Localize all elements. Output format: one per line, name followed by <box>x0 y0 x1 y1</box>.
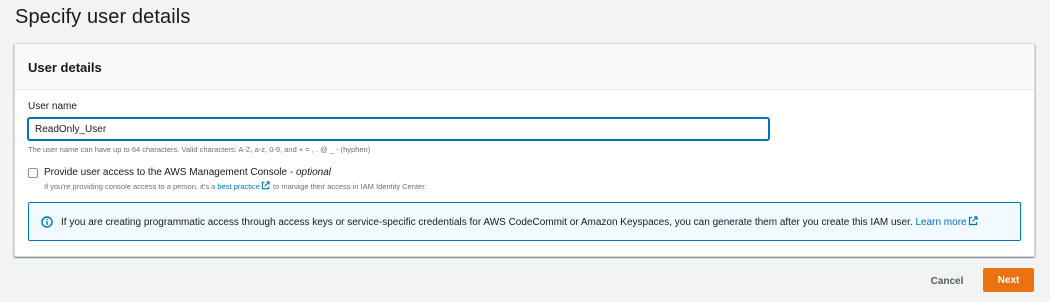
panel-body: User name The user name can have up to 6… <box>15 90 1034 191</box>
console-access-text: Provide user access to the AWS Managemen… <box>44 167 426 191</box>
best-practice-link[interactable]: best practice <box>217 182 260 191</box>
cancel-button[interactable]: Cancel <box>916 270 978 292</box>
console-access-label[interactable]: Provide user access to the AWS Managemen… <box>44 167 426 178</box>
external-link-icon[interactable] <box>968 215 978 226</box>
page-title: Specify user details <box>15 6 191 28</box>
learn-more-link[interactable]: Learn more <box>915 217 966 228</box>
panel-title: User details <box>28 60 102 75</box>
console-access-description: If you're providing console access to a … <box>44 181 427 191</box>
console-access-option: Provide user access to the AWS Managemen… <box>28 167 1021 191</box>
user-name-constraint: The user name can have up to 64 characte… <box>28 145 371 154</box>
info-icon <box>41 215 53 228</box>
next-button[interactable]: Next <box>983 268 1034 292</box>
user-details-panel: User details User name The user name can… <box>14 43 1035 257</box>
alert-text: If you are creating programmatic access … <box>61 215 979 228</box>
user-name-input[interactable] <box>28 118 769 140</box>
user-name-label: User name <box>28 101 77 112</box>
panel-header: User details <box>15 44 1034 90</box>
console-access-checkbox[interactable] <box>28 168 38 178</box>
optional-tag: optional <box>295 167 332 178</box>
external-link-icon[interactable] <box>261 181 270 190</box>
info-alert: If you are creating programmatic access … <box>28 202 1021 241</box>
